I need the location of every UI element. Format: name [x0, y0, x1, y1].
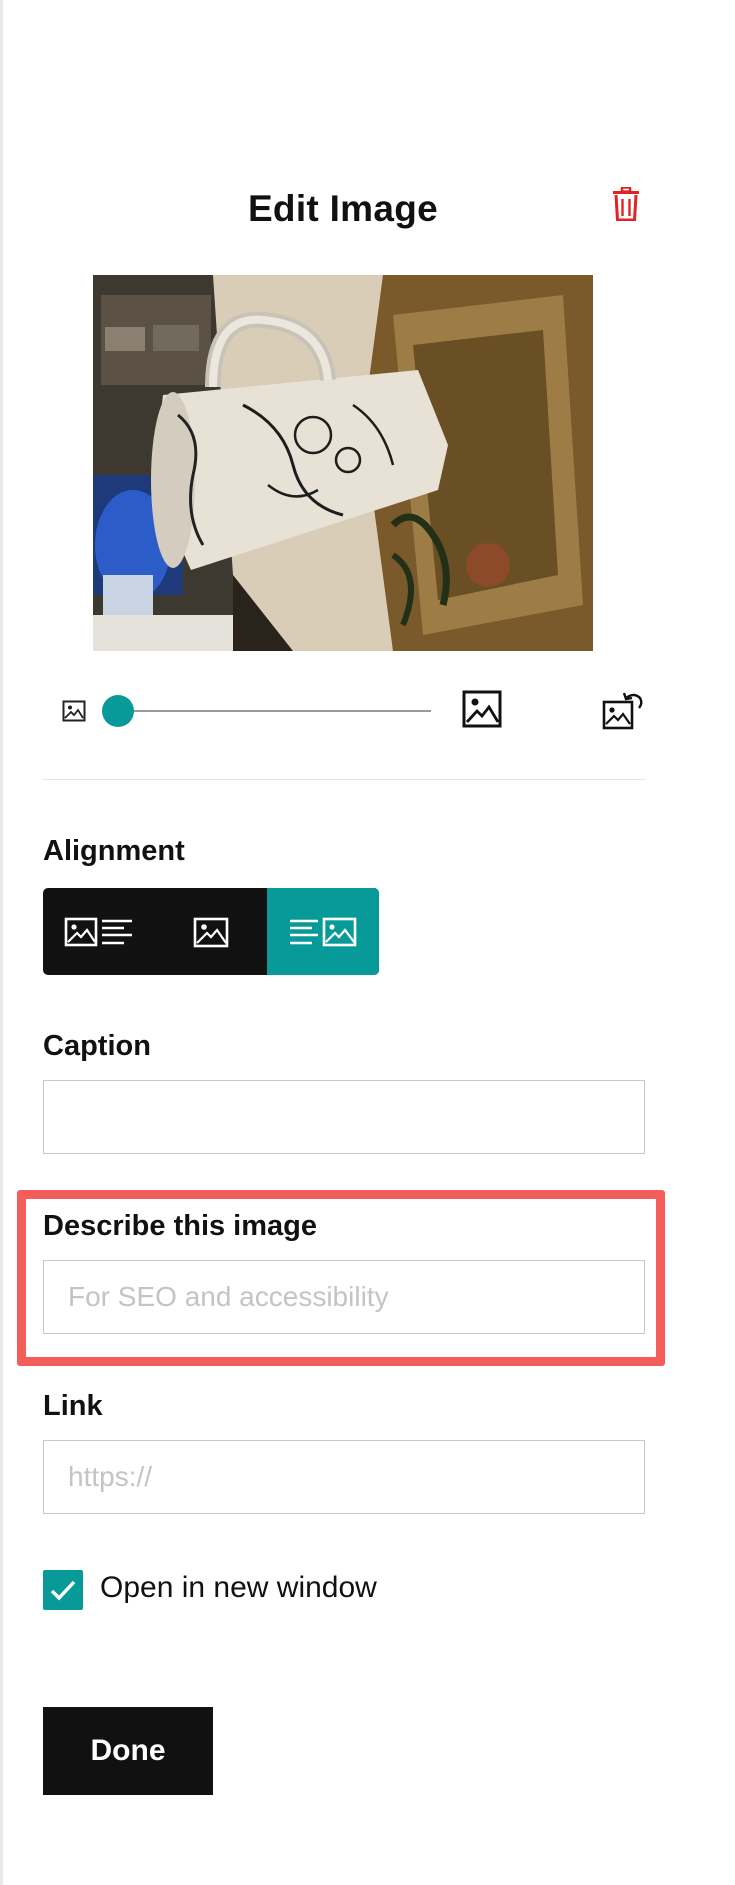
zoom-slider-handle[interactable]	[102, 695, 134, 727]
open-new-window-label: Open in new window	[100, 1571, 377, 1604]
align-image-center-icon	[193, 917, 229, 947]
describe-image-field	[43, 1260, 645, 1334]
caption-label: Caption	[43, 1030, 151, 1062]
align-image-right-icon	[290, 917, 357, 946]
edit-image-panel: Edit Image Alignment Caption Describe th…	[0, 0, 735, 1885]
image-small-icon	[62, 700, 88, 722]
checkmark-icon	[50, 1580, 76, 1601]
link-field	[43, 1440, 645, 1514]
describe-image-input[interactable]	[44, 1261, 644, 1333]
align-image-left-button[interactable]	[43, 888, 155, 975]
align-image-center-button[interactable]	[155, 888, 267, 975]
link-input[interactable]	[44, 1441, 644, 1513]
alignment-control	[43, 888, 379, 975]
align-image-left-icon	[64, 917, 132, 946]
caption-field	[43, 1080, 645, 1154]
done-button[interactable]: Done	[43, 1707, 213, 1795]
zoom-controls	[0, 680, 735, 740]
zoom-slider-track[interactable]	[118, 710, 431, 712]
image-preview	[93, 275, 593, 651]
open-new-window-checkbox[interactable]	[43, 1570, 83, 1610]
image-large-icon	[462, 690, 504, 730]
align-image-right-button[interactable]	[267, 888, 379, 975]
describe-image-label: Describe this image	[43, 1210, 317, 1242]
alignment-label: Alignment	[43, 835, 185, 867]
section-divider	[43, 779, 645, 780]
trash-icon[interactable]	[612, 186, 640, 222]
dialog-title: Edit Image	[247, 188, 439, 229]
link-label: Link	[43, 1390, 103, 1422]
rotate-image-icon[interactable]	[602, 690, 644, 730]
caption-input[interactable]	[44, 1081, 644, 1153]
